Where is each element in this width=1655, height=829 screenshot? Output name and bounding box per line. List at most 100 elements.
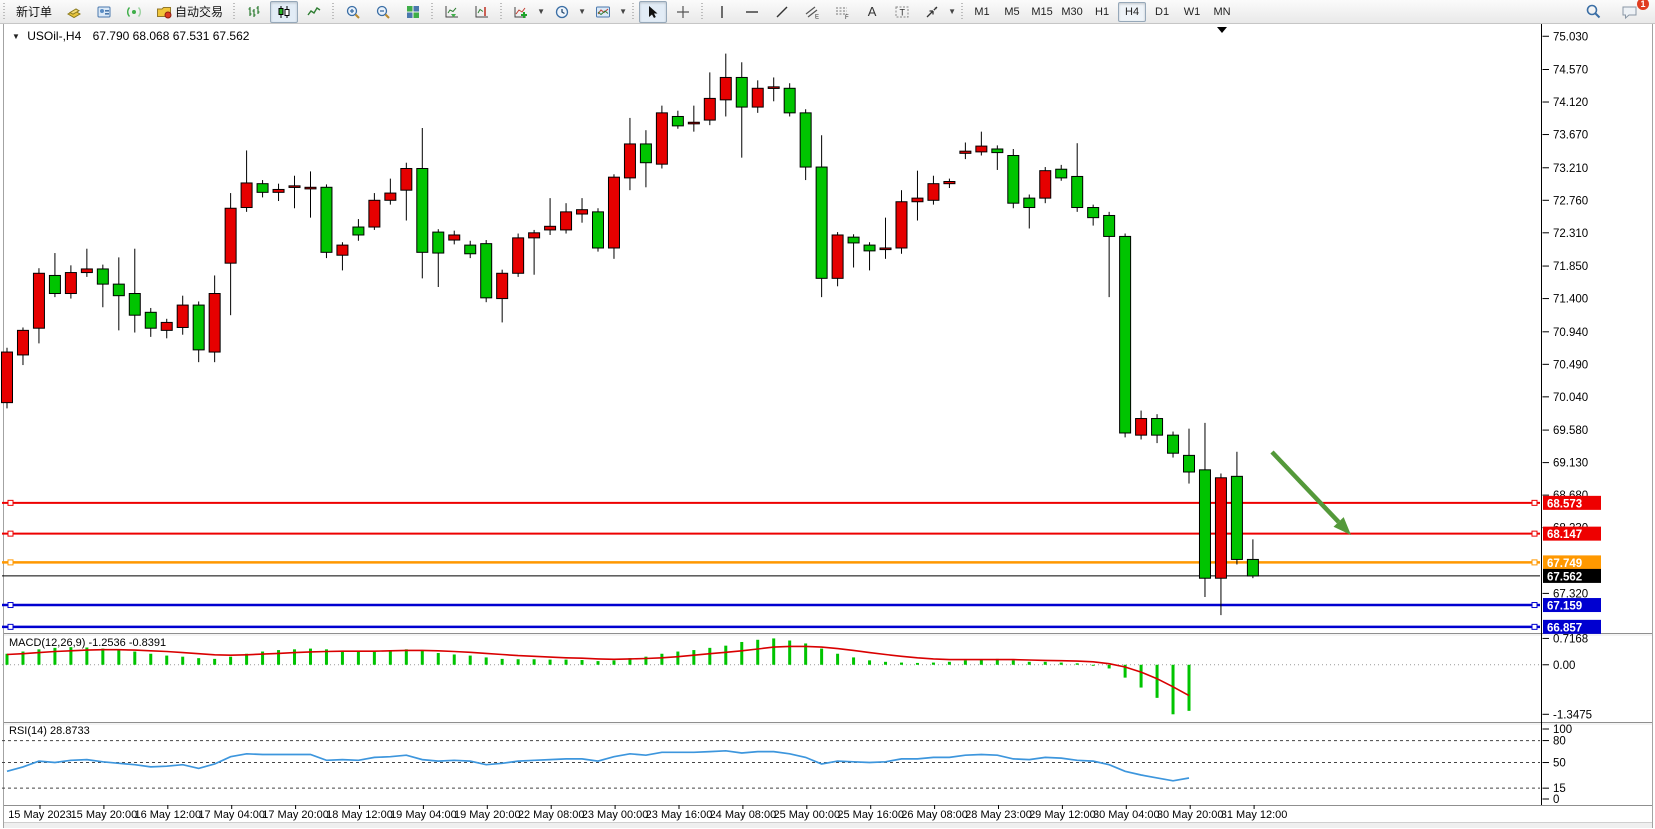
- line-handle[interactable]: [8, 624, 13, 629]
- templates-button[interactable]: [589, 1, 617, 23]
- timeframe-mn[interactable]: MN: [1208, 2, 1236, 22]
- periods-button[interactable]: [548, 1, 576, 23]
- fibonacci-tool[interactable]: F: [828, 1, 856, 23]
- text-label-tool[interactable]: T: [888, 1, 916, 23]
- signals-button[interactable]: [120, 1, 148, 23]
- candle: [17, 330, 28, 355]
- candle: [145, 312, 156, 328]
- candle: [561, 212, 572, 230]
- candle: [353, 227, 364, 235]
- timeframe-m5[interactable]: M5: [998, 2, 1026, 22]
- line-handle[interactable]: [8, 560, 13, 565]
- line-handle[interactable]: [1532, 500, 1537, 505]
- line-handle[interactable]: [1532, 603, 1537, 608]
- line-handle[interactable]: [8, 531, 13, 536]
- toolbar-grip[interactable]: [631, 3, 635, 20]
- timeframe-w1[interactable]: W1: [1178, 2, 1206, 22]
- candle: [417, 169, 428, 253]
- timeframe-d1[interactable]: D1: [1148, 2, 1176, 22]
- chat-bubble-icon: [1621, 4, 1639, 20]
- bar-chart-button[interactable]: [240, 1, 268, 23]
- line-handle[interactable]: [8, 500, 13, 505]
- chart-window-icon[interactable]: [60, 1, 88, 23]
- periods-dropdown[interactable]: ▼: [577, 2, 587, 22]
- horizontal-line-tool[interactable]: [738, 1, 766, 23]
- candlestick-chart-button[interactable]: [270, 1, 298, 23]
- zoom-out-icon: [375, 4, 391, 20]
- svg-text:25 May 00:00: 25 May 00:00: [773, 809, 840, 821]
- timeframe-m1[interactable]: M1: [968, 2, 996, 22]
- cursor-tool-button[interactable]: [639, 1, 667, 23]
- cursor-icon: [645, 4, 661, 20]
- arrows-tool[interactable]: [918, 1, 946, 23]
- autotrade-button[interactable]: 自动交易: [150, 1, 229, 23]
- line-handle[interactable]: [8, 603, 13, 608]
- market-watch-button[interactable]: [90, 1, 118, 23]
- equidistant-channel-tool[interactable]: E: [798, 1, 826, 23]
- toolbar-grip[interactable]: [960, 3, 964, 20]
- vertical-line-tool[interactable]: [708, 1, 736, 23]
- indicators-dropdown[interactable]: ▼: [536, 2, 546, 22]
- line-handle[interactable]: [1532, 624, 1537, 629]
- candle: [193, 305, 204, 350]
- candle: [1008, 155, 1019, 203]
- svg-text:18 May 12:00: 18 May 12:00: [326, 809, 393, 821]
- crosshair-tool-button[interactable]: [669, 1, 697, 23]
- toolbar-grip[interactable]: [232, 3, 236, 20]
- trendline-tool[interactable]: [768, 1, 796, 23]
- main-toolbar: 新订单: [0, 0, 1655, 24]
- zoom-in-icon: [345, 4, 361, 20]
- candle: [832, 235, 843, 278]
- notifications-button[interactable]: 1: [1616, 1, 1644, 23]
- toolbar-grip[interactable]: [499, 3, 503, 20]
- toolbar-grip[interactable]: [331, 3, 335, 20]
- templates-dropdown[interactable]: ▼: [618, 2, 628, 22]
- chart-menu-arrow-icon[interactable]: ▼: [12, 32, 20, 41]
- candle: [1215, 478, 1226, 578]
- svg-text:28 May 23:00: 28 May 23:00: [965, 809, 1032, 821]
- candle: [736, 77, 747, 107]
- candle: [1072, 176, 1083, 207]
- zoom-in-button[interactable]: [339, 1, 367, 23]
- indicators-button[interactable]: [507, 1, 535, 23]
- timeframe-m15[interactable]: M15: [1028, 2, 1056, 22]
- svg-text:19 May 20:00: 19 May 20:00: [454, 809, 521, 821]
- candle: [1056, 169, 1067, 178]
- candle: [545, 226, 556, 230]
- timeframe-h4[interactable]: H4: [1118, 2, 1146, 22]
- market-watch-icon: [96, 4, 112, 20]
- tile-windows-button[interactable]: [399, 1, 427, 23]
- timeframe-m30[interactable]: M30: [1058, 2, 1086, 22]
- candle: [624, 144, 635, 178]
- search-button[interactable]: [1579, 1, 1607, 23]
- svg-text:24 May 08:00: 24 May 08:00: [710, 809, 777, 821]
- line-handle[interactable]: [1532, 531, 1537, 536]
- zoom-out-button[interactable]: [369, 1, 397, 23]
- auto-scroll-button[interactable]: [438, 1, 466, 23]
- text-tool[interactable]: A: [858, 1, 886, 23]
- svg-text:67.159: 67.159: [1547, 601, 1582, 613]
- candle: [928, 184, 939, 201]
- toolbar-grip[interactable]: [700, 3, 704, 20]
- chart-shift-button[interactable]: [468, 1, 496, 23]
- svg-text:30 May 20:00: 30 May 20:00: [1157, 809, 1224, 821]
- svg-text:23 May 16:00: 23 May 16:00: [646, 809, 713, 821]
- svg-text:69.580: 69.580: [1553, 425, 1588, 437]
- timeframe-h1[interactable]: H1: [1088, 2, 1116, 22]
- candle: [449, 235, 460, 240]
- line-chart-button[interactable]: [300, 1, 328, 23]
- svg-text:71.400: 71.400: [1553, 294, 1588, 306]
- toolbar-grip[interactable]: [2, 3, 6, 20]
- new-order-button[interactable]: 新订单: [10, 1, 58, 23]
- toolbar-grip[interactable]: [430, 3, 434, 20]
- arrows-dropdown[interactable]: ▼: [947, 2, 957, 22]
- line-handle[interactable]: [1532, 560, 1537, 565]
- candle: [960, 151, 971, 153]
- label-letter: T: [900, 7, 906, 17]
- trendline-icon: [774, 4, 790, 20]
- svg-text:25 May 16:00: 25 May 16:00: [837, 809, 904, 821]
- autotrade-label: 自动交易: [175, 3, 223, 20]
- svg-text:74.120: 74.120: [1553, 97, 1588, 109]
- svg-text:71.850: 71.850: [1553, 261, 1588, 273]
- candle: [1199, 470, 1210, 578]
